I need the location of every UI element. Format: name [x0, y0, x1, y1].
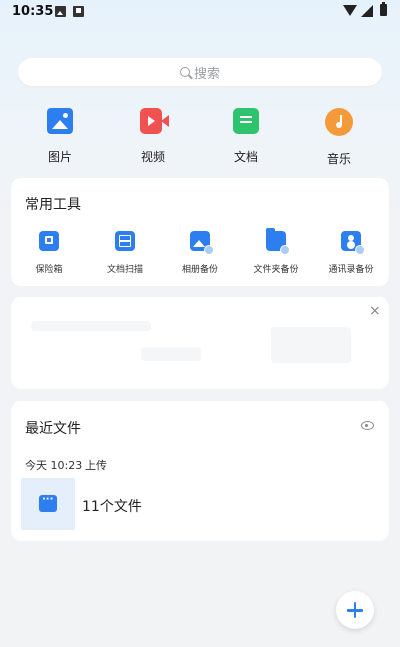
status-bar: 10:35 [0, 0, 400, 24]
add-button[interactable] [336, 591, 374, 629]
scan-icon [115, 231, 135, 251]
document-icon [233, 108, 259, 134]
close-icon[interactable]: × [369, 303, 381, 319]
tool-folder-backup[interactable]: 文件夹备份 [238, 228, 314, 275]
upload-date: 今天 10:23 [25, 459, 83, 472]
battery-icon [380, 2, 387, 16]
tool-safe[interactable]: 保险箱 [11, 231, 87, 275]
contacts-backup-icon [341, 231, 365, 255]
promo-placeholder-button [141, 347, 201, 361]
tools-card: 常用工具 保险箱 文档扫描 相册备份 文件夹备份 通讯录备份 [11, 178, 389, 286]
tool-label: 文件夹备份 [253, 265, 299, 275]
wifi-icon [343, 5, 357, 16]
category-label: 音乐 [326, 152, 351, 166]
folder-backup-icon [266, 228, 290, 255]
status-time: 10:35 [12, 4, 54, 19]
category-label: 文档 [233, 150, 258, 164]
tool-album-backup[interactable]: 相册备份 [162, 231, 238, 275]
tool-label: 通讯录备份 [328, 265, 374, 275]
tool-label: 文档扫描 [106, 265, 143, 275]
file-stack-icon [36, 492, 57, 512]
search-icon [179, 67, 190, 77]
recent-files-title: 最近文件 [25, 421, 81, 437]
category-label: 视频 [140, 150, 165, 164]
eye-icon[interactable] [361, 421, 374, 430]
category-music[interactable]: 音乐 [309, 108, 369, 167]
promo-banner[interactable]: × [11, 297, 389, 389]
photo-notification-icon [55, 6, 66, 17]
tool-label: 保险箱 [35, 265, 63, 275]
safe-icon [39, 231, 59, 251]
picture-icon [47, 108, 73, 134]
category-documents[interactable]: 文档 [216, 108, 276, 165]
account-notification-icon [73, 6, 84, 17]
album-backup-icon [190, 231, 214, 255]
signal-icon [361, 5, 373, 17]
tools-title: 常用工具 [25, 197, 81, 213]
upload-action: 上传 [85, 459, 107, 472]
recent-files-card: 最近文件 今天 10:23 上传 11个文件 [11, 401, 389, 541]
file-group-thumbnail[interactable] [21, 478, 75, 530]
search-placeholder: 搜索 [193, 66, 220, 82]
tool-contacts-backup[interactable]: 通讯录备份 [313, 231, 389, 275]
tool-label: 相册备份 [181, 265, 218, 275]
tool-document-scan[interactable]: 文档扫描 [87, 231, 163, 275]
search-bar[interactable]: 搜索 [18, 58, 382, 86]
category-label: 图片 [47, 150, 72, 164]
video-icon [140, 108, 169, 134]
promo-placeholder-image [271, 327, 351, 363]
file-count[interactable]: 11个文件 [82, 496, 142, 516]
music-icon [325, 108, 353, 136]
category-pictures[interactable]: 图片 [30, 108, 90, 165]
category-videos[interactable]: 视频 [123, 108, 183, 165]
promo-placeholder-line [31, 321, 151, 331]
